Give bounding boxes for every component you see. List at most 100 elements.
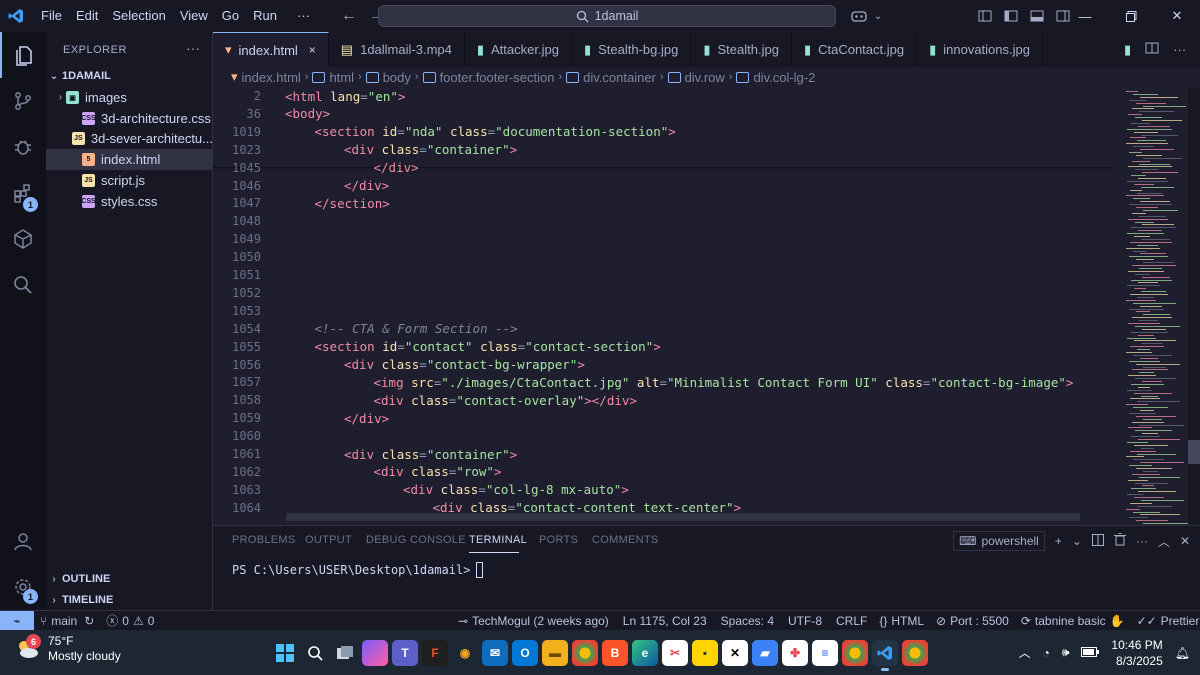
chrome-profile-icon[interactable] — [842, 639, 868, 666]
sticky-notes-icon[interactable]: ▪ — [692, 639, 718, 666]
code-line[interactable]: 1051 — [213, 266, 1113, 284]
close-window-button[interactable]: ✕ — [1154, 0, 1200, 32]
mail-icon[interactable]: ✉ — [482, 639, 508, 666]
explorer-item-index-html[interactable]: 5 index.html — [46, 149, 213, 171]
source-control-icon[interactable] — [0, 78, 46, 124]
blender-icon[interactable]: ◉ — [452, 640, 478, 666]
toggle-panel-icon[interactable] — [1024, 0, 1050, 32]
panel-tab-debug-console[interactable]: DEBUG CONSOLE — [366, 534, 466, 546]
code-line[interactable]: 1049 — [213, 230, 1113, 248]
timeline-section[interactable]: › TIMELINE — [46, 590, 213, 610]
run-debug-icon[interactable] — [0, 124, 46, 170]
cursor-position[interactable]: Ln 1175, Col 23 — [617, 614, 713, 628]
task-view-icon[interactable] — [332, 640, 358, 666]
start-windows-icon[interactable] — [272, 640, 298, 666]
explorer-icon[interactable] — [0, 32, 46, 78]
live-server-port[interactable]: ⊘ Port : 5500 — [930, 614, 1015, 628]
code-line[interactable]: 1023 <div class="container"> — [213, 141, 1113, 159]
new-terminal-icon[interactable]: + — [1055, 534, 1062, 548]
more-menu-button[interactable]: ··· — [290, 0, 317, 32]
battery-icon[interactable] — [1081, 646, 1100, 660]
chevron-down-icon[interactable]: ⌄ — [1072, 534, 1082, 548]
copilot-app-icon[interactable] — [362, 639, 388, 666]
code-line[interactable]: 1059 </div> — [213, 409, 1113, 427]
menu-selection[interactable]: Selection — [105, 0, 172, 32]
toggle-sidebar-icon[interactable] — [998, 0, 1024, 32]
panel-tab-problems[interactable]: PROBLEMS — [232, 534, 296, 546]
language-mode[interactable]: {} HTML — [873, 614, 930, 628]
indentation[interactable]: Spaces: 4 — [715, 614, 780, 628]
explorer-item-3d-sever-architectu-[interactable]: JS 3d-sever-architectu... — [46, 128, 213, 149]
breadcrumb-item[interactable]: footer.footer-section — [422, 70, 554, 85]
customize-layout-icon[interactable] — [972, 0, 998, 32]
code-line[interactable]: 1063 <div class="col-lg-8 mx-auto"> — [213, 481, 1113, 499]
branch-item[interactable]: ⑂ main ↻ — [34, 614, 100, 628]
code-line[interactable]: 1055 <section id="contact" class="contact… — [213, 338, 1113, 356]
code-line[interactable]: 1046 </div> — [213, 177, 1113, 195]
snipping-tool-icon[interactable]: ✂ — [662, 639, 688, 666]
explorer-item-script-js[interactable]: JS script.js — [46, 170, 213, 191]
code-line[interactable]: 1054 <!-- CTA & Form Section --> — [213, 320, 1113, 338]
code-line[interactable]: 1045 </div> — [213, 159, 1113, 177]
breadcrumb-item[interactable]: ▾ index.html — [231, 69, 301, 85]
more-actions-icon[interactable]: ··· — [1173, 42, 1186, 57]
code-line[interactable]: 1056 <div class="contact-bg-wrapper"> — [213, 356, 1113, 374]
clock[interactable]: 10:46 PM 8/3/2025 — [1111, 637, 1162, 669]
code-editor[interactable]: 2 <html lang="en"> 36 <body> 1019 <section id… — [213, 87, 1200, 525]
git-blame-item[interactable]: ⊸ TechMogul (2 weeks ago) — [452, 614, 615, 628]
horizontal-scrollbar[interactable] — [286, 513, 1080, 521]
trash-icon[interactable] — [1113, 533, 1126, 549]
split-terminal-icon[interactable] — [1091, 533, 1104, 549]
search-view-icon[interactable] — [0, 262, 46, 308]
code-line[interactable]: 1062 <div class="row"> — [213, 463, 1113, 481]
tab-innovations-jpg[interactable]: ▮ innovations.jpg — [917, 32, 1043, 67]
menu-edit[interactable]: Edit — [69, 0, 105, 32]
menu-file[interactable]: File — [34, 0, 69, 32]
tab-1dallmail-3-mp4[interactable]: ▤ 1dallmail-3.mp4 — [329, 32, 465, 67]
search-icon[interactable] — [302, 640, 328, 666]
code-line[interactable]: 1053 — [213, 302, 1113, 320]
code-line[interactable]: 1057 <img src = "./images/CtaContact.jpg" a… — [213, 373, 1113, 391]
back-arrow-icon[interactable]: ← — [335, 7, 363, 25]
code-line[interactable]: 1052 — [213, 284, 1113, 302]
explorer-item-styles-css[interactable]: CSS styles.css — [46, 191, 213, 212]
tab-ctacontact-jpg[interactable]: ▮ CtaContact.jpg — [792, 32, 918, 67]
scrollbar-thumb[interactable] — [1188, 440, 1200, 464]
edge-icon[interactable]: e — [632, 639, 658, 666]
vscode-logo-icon[interactable] — [0, 0, 32, 32]
close-panel-icon[interactable]: ✕ — [1180, 534, 1190, 548]
minimize-button[interactable]: — — [1062, 0, 1108, 32]
accounts-icon[interactable] — [0, 518, 46, 564]
terminal-shell-selector[interactable]: ⌨ powershell — [953, 531, 1045, 551]
terminal-prompt-line[interactable]: PS C:\Users\USER\Desktop\1damail> — [232, 562, 484, 578]
panel-tab-ports[interactable]: PORTS — [539, 534, 578, 546]
breadcrumb-item[interactable]: body — [365, 70, 411, 85]
breadcrumb-item[interactable]: html — [312, 70, 354, 85]
chevron-down-icon[interactable]: ⌄ — [872, 0, 884, 32]
figma-icon[interactable]: F — [422, 639, 448, 666]
brave-icon[interactable]: B — [602, 639, 628, 666]
file-explorer-icon[interactable]: ▬ — [542, 639, 568, 666]
workspace-root[interactable]: ⌄ 1DAMAIL — [46, 66, 213, 86]
breadcrumb-item[interactable]: div.col-lg-2 — [736, 70, 815, 85]
pinwheel-app-icon[interactable]: ✤ — [782, 639, 808, 666]
code-line[interactable]: 1047 </section> — [213, 194, 1113, 212]
code-line[interactable]: 1050 — [213, 248, 1113, 266]
panel-tab-output[interactable]: OUTPUT — [305, 534, 352, 546]
show-hidden-icons-chevron-icon[interactable]: ︿ — [1019, 644, 1031, 661]
volume-icon[interactable]: 🕪︎ — [1062, 645, 1070, 660]
code-line[interactable]: 1061 <div class="container"> — [213, 445, 1113, 463]
capcut-icon[interactable]: ✕ — [722, 639, 748, 666]
menu-view[interactable]: View — [173, 0, 215, 32]
breadcrumb-item[interactable]: div.container — [566, 70, 656, 85]
weather-widget[interactable]: 6 75°F Mostly cloudy — [14, 634, 121, 664]
minimap[interactable] — [1122, 87, 1188, 525]
chrome-icon[interactable] — [572, 639, 598, 666]
notifications-icon[interactable]: 🔔︎ — [1175, 646, 1190, 660]
remote-explorer-icon[interactable] — [0, 216, 46, 262]
breadcrumb-item[interactable]: div.row — [667, 70, 725, 85]
feedback-icon[interactable]: ▰ — [752, 639, 778, 666]
tab-index-html[interactable]: ▾ index.html × — [213, 32, 329, 67]
code-line[interactable]: 36 <body> — [213, 105, 1113, 123]
manage-gear-icon[interactable]: 1 — [0, 564, 46, 610]
